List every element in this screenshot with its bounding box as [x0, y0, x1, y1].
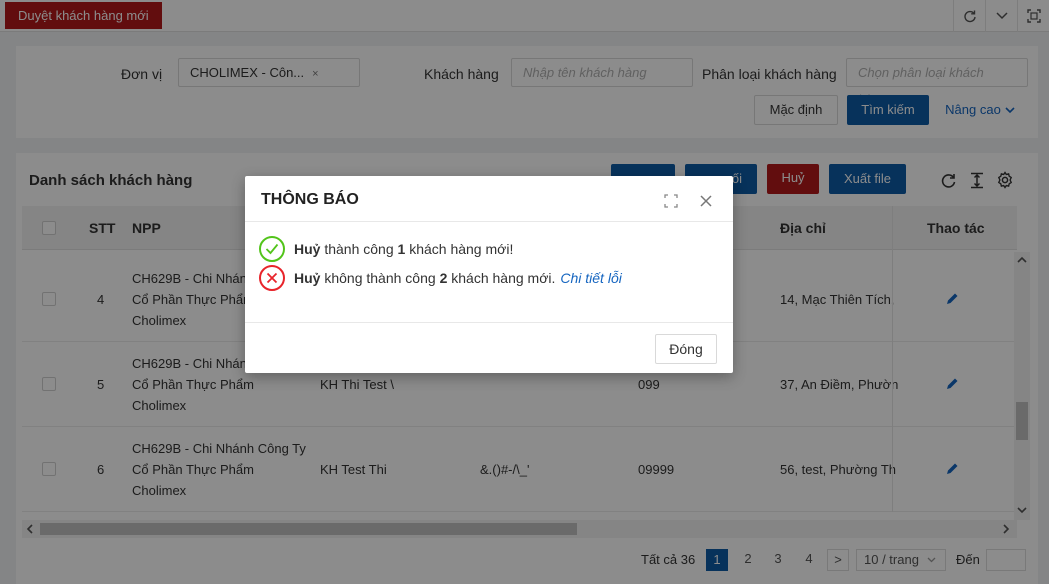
success-tail: khách hàng mới! [405, 241, 514, 257]
error-detail-link[interactable]: Chi tiết lỗi [560, 270, 621, 286]
dialog-footer-divider [245, 322, 733, 323]
success-check-icon [259, 236, 285, 262]
success-message: Huỷ thành công 1 khách hàng mới! [259, 236, 513, 262]
expand-icon[interactable] [664, 194, 678, 208]
fail-action: Huỷ [294, 270, 321, 286]
notification-dialog: THÔNG BÁO Huỷ thành công 1 khách hàng mớ… [245, 176, 733, 373]
fail-tail: khách hàng mới. [447, 270, 556, 286]
success-count: 1 [397, 241, 406, 257]
error-x-icon [259, 265, 285, 291]
success-action: Huỷ [294, 241, 321, 257]
close-button[interactable]: Đóng [655, 334, 717, 364]
dialog-header-divider [245, 221, 733, 222]
success-text: thành công [320, 241, 398, 257]
fail-count: 2 [439, 270, 448, 286]
close-icon[interactable] [700, 195, 712, 207]
dialog-title: THÔNG BÁO [261, 191, 359, 208]
fail-text: không thành công [320, 270, 440, 286]
error-message: Huỷ không thành công 2 khách hàng mới. Ch… [259, 265, 622, 291]
